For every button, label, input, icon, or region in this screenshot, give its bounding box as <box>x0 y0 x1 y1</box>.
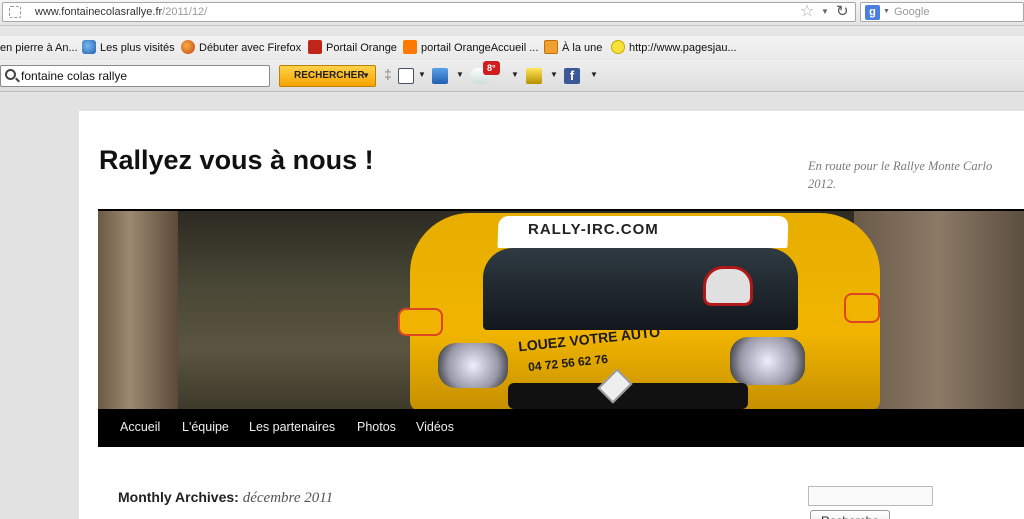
rss-icon <box>544 40 558 54</box>
header-image: RALLY-IRC.COM LOUEZ VOTRE AUTO 04 72 56 … <box>98 209 1024 409</box>
engine-dropdown-icon[interactable]: ▼ <box>883 8 890 15</box>
search-engine-box[interactable]: g ▼ Google <box>860 2 1024 22</box>
page-content: Rallyez vous à nous ! En route pour le R… <box>79 111 1024 519</box>
search-icon <box>5 69 16 80</box>
addon-toolbar: RECHERCHER▼ ‡ ▼ ▼ ▼ ▼ f ▼ <box>0 60 1024 92</box>
reload-icon[interactable]: ↻ <box>836 3 849 21</box>
mail-icon[interactable] <box>432 68 448 84</box>
chevron-down-icon[interactable]: ▼ <box>418 70 426 79</box>
rechercher-label: RECHERCHER <box>294 70 365 81</box>
bookmark-label: À la une <box>562 42 603 54</box>
chevron-down-icon: ▼ <box>362 71 370 80</box>
car-headlight-left <box>438 343 508 388</box>
chevron-down-icon[interactable]: ▼ <box>456 70 464 79</box>
archive-prefix: Monthly Archives: <box>118 489 239 505</box>
bookmark-item[interactable]: À la une <box>544 40 602 56</box>
bookmark-label: en pierre à An... <box>0 42 78 54</box>
nav-item-photos[interactable]: Photos <box>357 420 396 434</box>
orange-icon <box>403 40 417 54</box>
nav-item-partenaires[interactable]: Les partenaires <box>249 420 335 434</box>
address-bar-text: www.fontainecolasrallye.fr/2011/12/ <box>35 6 207 18</box>
bookmark-item[interactable]: Les plus visités <box>82 40 175 56</box>
bookmark-item[interactable]: http://www.pagesjau... <box>611 40 737 56</box>
search-engine-placeholder: Google <box>894 6 930 18</box>
sidebar-search-button[interactable]: Recherche <box>810 510 890 519</box>
driver-helmet <box>703 266 753 306</box>
car-mirror-right <box>844 293 880 323</box>
wifi-icon <box>308 40 322 54</box>
toolbar-search-box[interactable] <box>0 65 270 87</box>
chevron-down-icon[interactable]: ▼ <box>550 70 558 79</box>
car-roof-text: RALLY-IRC.COM <box>528 221 659 238</box>
nav-item-equipe[interactable]: L'équipe <box>182 420 229 434</box>
bookmark-label: Portail Orange <box>326 42 397 54</box>
bookmark-item[interactable]: en pierre à An... <box>0 40 78 56</box>
bookmark-label: Les plus visités <box>100 42 175 54</box>
bookmark-item[interactable]: Débuter avec Firefox <box>181 40 301 56</box>
rechercher-button[interactable]: RECHERCHER ▼ <box>279 65 376 87</box>
bookmark-label: portail OrangeAccueil ... <box>421 42 539 54</box>
document-icon[interactable] <box>398 68 414 84</box>
toolbar-search-input[interactable] <box>21 68 267 84</box>
site-description: En route pour le Rallye Monte Carlo 2012… <box>808 159 993 191</box>
bookmark-item[interactable]: portail OrangeAccueil ... <box>403 40 538 56</box>
nav-item-videos[interactable]: Vidéos <box>416 420 454 434</box>
facebook-icon[interactable]: f <box>564 68 580 84</box>
weather-badge: 8° <box>483 61 500 75</box>
history-dropdown-icon[interactable]: ▼ <box>821 7 829 16</box>
nav-item-accueil[interactable]: Accueil <box>120 420 160 434</box>
globe-icon <box>82 40 96 54</box>
notes-icon[interactable] <box>526 68 542 84</box>
car-headlight-right <box>730 337 805 385</box>
url-path: /2011/12/ <box>162 6 208 18</box>
bookmark-label: http://www.pagesjau... <box>629 42 737 54</box>
sidebar-search-input[interactable] <box>808 486 933 506</box>
chevron-down-icon[interactable]: ▼ <box>590 70 598 79</box>
separator-icon: ‡ <box>384 66 392 82</box>
navigation-bar: www.fontainecolasrallye.fr/2011/12/ ☆ ▼ … <box>0 0 1024 26</box>
archive-date: décembre 2011 <box>242 490 334 506</box>
main-navigation: Accueil L'équipe Les partenaires Photos … <box>98 409 1024 447</box>
google-logo-icon[interactable]: g <box>865 5 880 20</box>
car-mirror-left <box>398 308 443 336</box>
url-host: www.fontainecolasrallye.fr <box>35 6 163 18</box>
archive-title: Monthly Archives: décembre 2011 <box>118 489 333 507</box>
chevron-down-icon[interactable]: ▼ <box>511 70 519 79</box>
smile-icon <box>611 40 625 54</box>
bookmark-star-icon[interactable]: ☆ <box>800 3 814 21</box>
firefox-icon <box>181 40 195 54</box>
site-title[interactable]: Rallyez vous à nous ! <box>99 145 374 176</box>
bookmark-label: Débuter avec Firefox <box>199 42 302 54</box>
bookmarks-toolbar: en pierre à An... Les plus visités Début… <box>0 36 1024 60</box>
bookmark-item[interactable]: Portail Orange <box>308 40 397 56</box>
address-bar[interactable]: www.fontainecolasrallye.fr/2011/12/ ☆ ▼ … <box>2 2 856 22</box>
site-identity-icon[interactable] <box>9 6 21 18</box>
tree-trunk <box>98 211 178 409</box>
